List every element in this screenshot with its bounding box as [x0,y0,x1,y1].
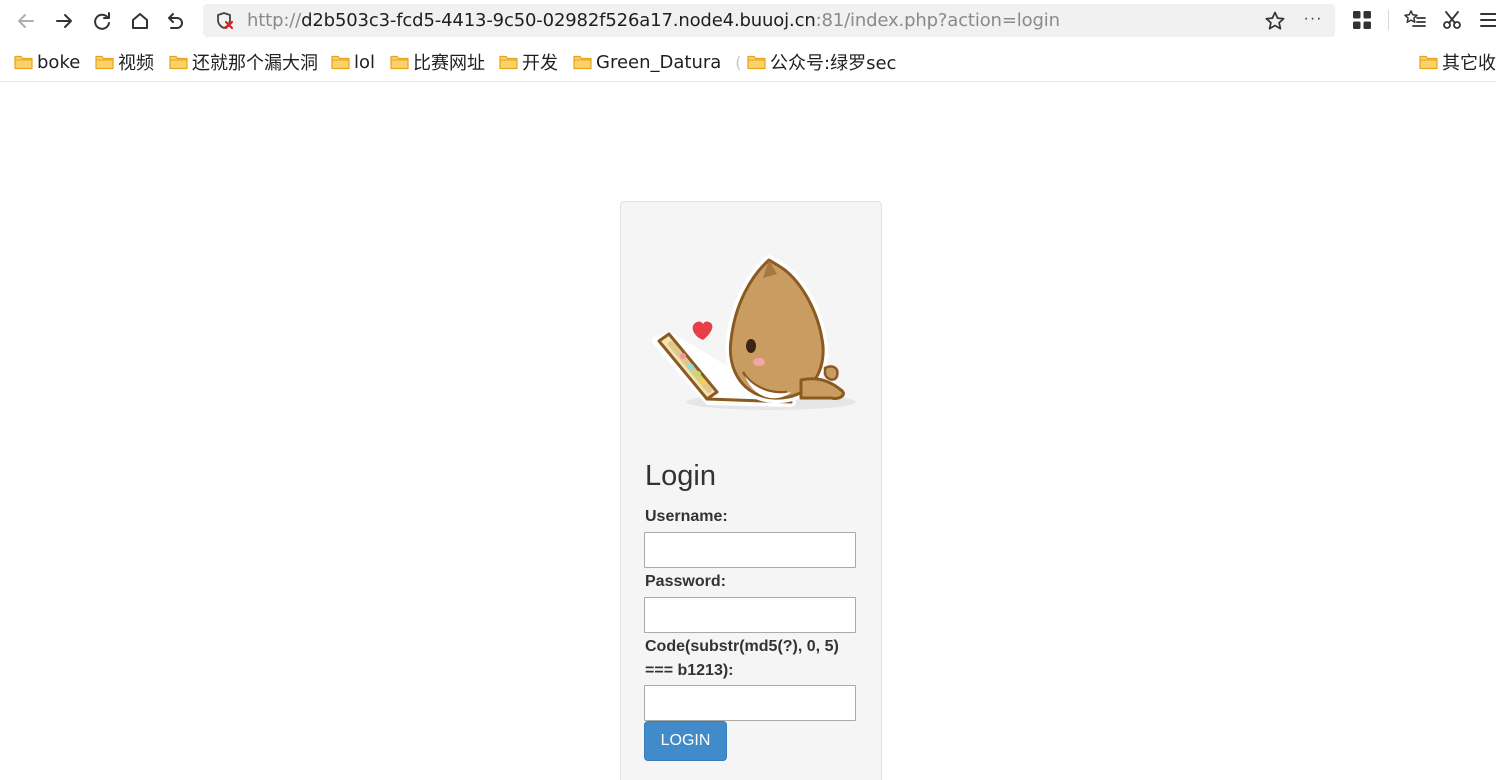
bookmark-label: Green_Datura [596,51,722,73]
bookmark-folder-videos[interactable]: 视频 [95,51,154,74]
folder-icon [747,55,766,70]
folder-icon [169,55,188,70]
folder-icon [331,55,350,70]
bookmark-label: 还就那个漏大洞 [192,53,318,74]
bookmark-folder-other[interactable]: 其它收 [1419,51,1496,74]
bookmark-folder-green-datura[interactable]: Green_Datura ( [573,51,742,73]
reload-icon [94,12,110,30]
bookmark-folder-contests[interactable]: 比赛网址 [390,51,485,74]
forward-button[interactable] [50,7,78,35]
bookmark-label: 比赛网址 [413,53,485,74]
grid-icon[interactable] [1351,9,1373,31]
code-input[interactable] [644,685,856,721]
undo-button[interactable] [160,7,188,35]
folder-icon [14,55,33,70]
login-button[interactable]: LOGIN [644,721,727,761]
bookmark-label: boke [37,51,81,73]
url-text[interactable]: http://d2b503c3-fcd5-4413-9c50-02982f526… [247,11,1060,31]
folder-icon [573,55,592,70]
bookmark-folder-wechat[interactable]: 公众号:绿罗sec [747,51,897,74]
bookmark-folder-dev[interactable]: 开发 [499,51,558,74]
bookmark-folder-boke[interactable]: boke [14,51,80,73]
browser-toolbar: http://d2b503c3-fcd5-4413-9c50-02982f526… [0,0,1496,42]
bookmarks-bar: boke 视频 还就那个漏大洞 lol 比赛网址 开发 Green_Datura… [0,42,1496,82]
folder-icon [1419,55,1438,70]
arrow-right-icon [56,14,72,28]
code-label: Code(substr(md5(?), 0, 5) === b1213): [645,638,839,679]
arrow-left-icon [18,14,34,28]
url-host: d2b503c3-fcd5-4413-9c50-02982f526a17.nod… [301,10,816,31]
folder-icon [499,55,518,70]
password-input[interactable] [644,597,856,633]
reload-button[interactable] [88,7,116,35]
bookmark-faded-text: ( [735,52,742,72]
username-input[interactable] [644,532,856,568]
folder-icon [95,55,114,70]
address-bar[interactable]: http://d2b503c3-fcd5-4413-9c50-02982f526… [203,4,1335,37]
folder-icon [390,55,409,70]
mascot-illustration [652,255,856,410]
home-icon [132,13,148,29]
favorites-list-icon[interactable] [1404,9,1426,31]
password-label: Password: [645,573,726,590]
scissors-icon[interactable] [1441,9,1463,31]
back-button[interactable] [12,7,40,35]
hamburger-menu-icon[interactable] [1478,9,1496,31]
bookmark-label: lol [354,51,376,73]
bookmark-label: 公众号:绿罗sec [770,53,897,74]
bookmark-label: 视频 [118,53,154,74]
more-options-button[interactable]: ··· [1302,9,1324,31]
bookmark-label: 其它收 [1442,53,1496,74]
username-label: Username: [645,508,728,525]
home-button[interactable] [126,7,154,35]
bookmark-folder-vulns[interactable]: 还就那个漏大洞 [169,51,318,74]
bookmark-folder-lol[interactable]: lol [331,51,375,73]
bookmark-label: 开发 [522,53,558,74]
toolbar-divider [1388,10,1389,30]
url-path: :81/index.php?action=login [815,10,1060,31]
login-card: Login Username: Password: Code(substr(md… [620,201,882,780]
url-scheme: http:// [247,10,302,31]
insecure-shield-icon[interactable] [215,11,235,31]
undo-icon [168,13,183,29]
login-title: Login [645,460,716,492]
star-icon[interactable] [1264,10,1286,32]
